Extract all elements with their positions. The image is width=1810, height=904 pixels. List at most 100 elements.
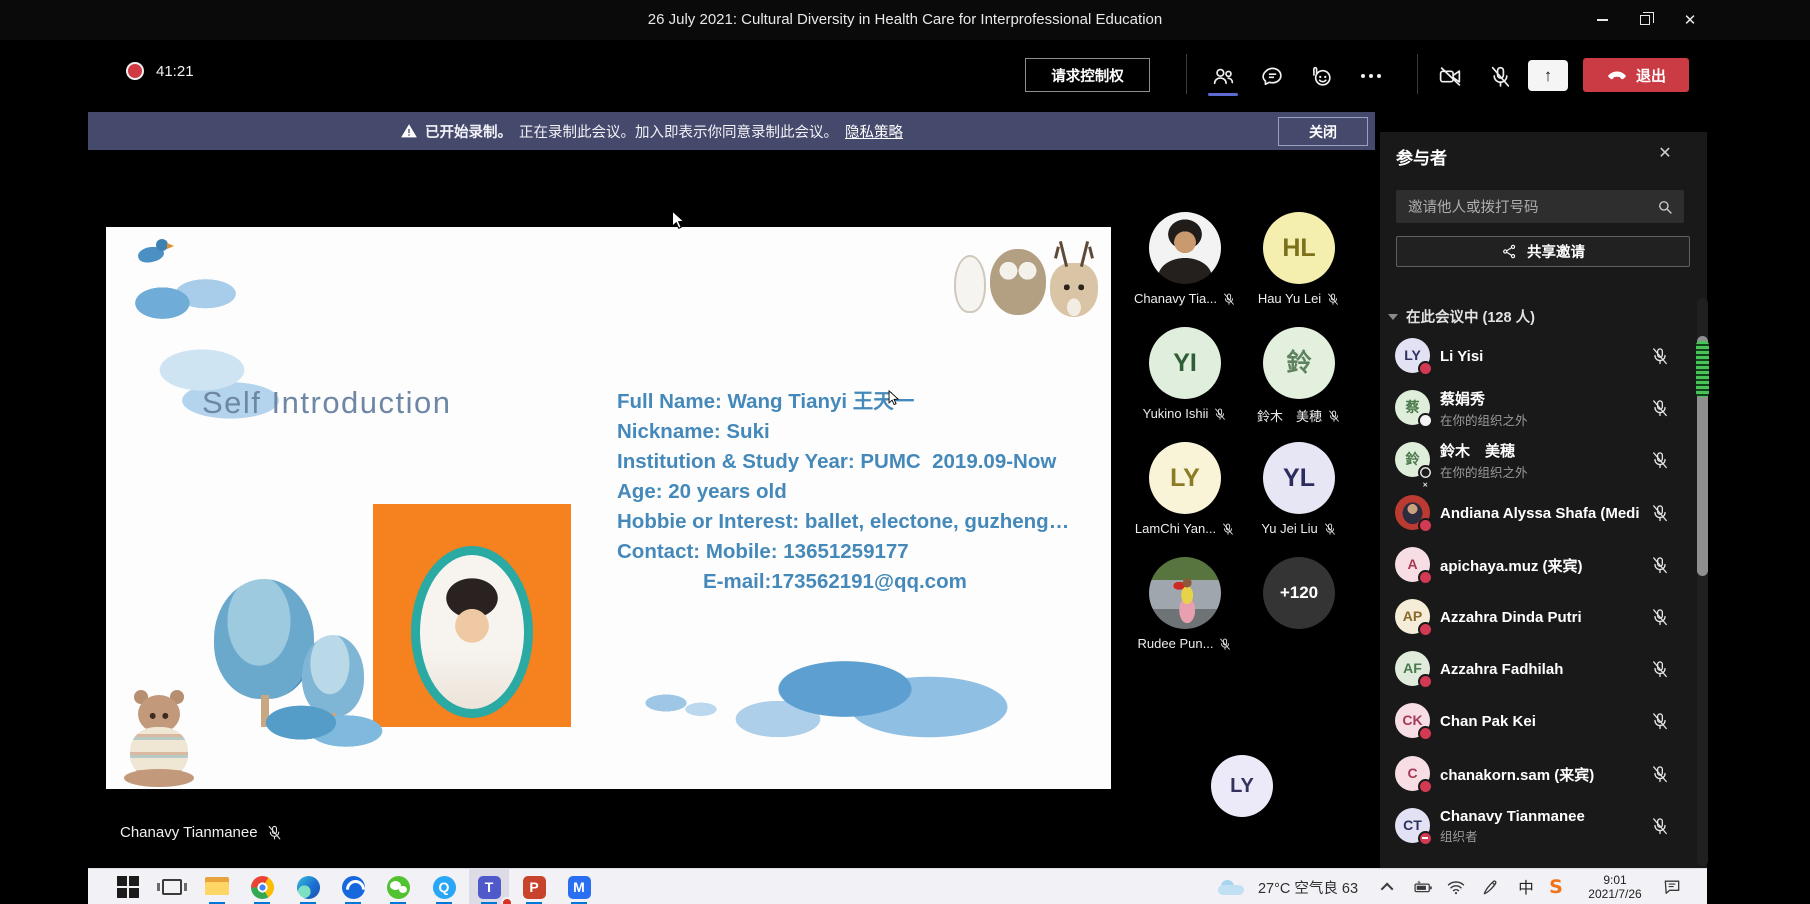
taskbar-app-file-explorer[interactable] bbox=[197, 869, 237, 904]
taskbar-app-teams[interactable]: T bbox=[469, 869, 509, 904]
video-tile-name: Yu Jei Liu bbox=[1242, 521, 1356, 536]
participant-avatar: AF bbox=[1395, 651, 1430, 686]
video-tile[interactable]: 鈴鈴木 美穂 bbox=[1242, 327, 1356, 425]
task-view-icon bbox=[160, 875, 184, 899]
in-meeting-section-header[interactable]: 在此会议中 (128 人) bbox=[1388, 306, 1535, 327]
presence-busy-badge bbox=[1418, 361, 1433, 376]
participant-row[interactable]: CKChan Pak Kei bbox=[1380, 699, 1690, 743]
taskbar-app-qq-browser[interactable] bbox=[333, 869, 373, 904]
weather-widget[interactable]: 27°C 空气良 63 bbox=[1248, 869, 1368, 904]
pen-icon[interactable] bbox=[1480, 869, 1502, 904]
mic-off-icon bbox=[1327, 409, 1341, 423]
action-center-icon[interactable] bbox=[1658, 869, 1686, 904]
mouse-cursor bbox=[671, 210, 685, 230]
meeting-app-icon: M bbox=[567, 875, 591, 899]
video-tile[interactable]: HLHau Yu Lei bbox=[1242, 212, 1356, 306]
taskbar: QTPM 27°C 空气良 63 中 S 9:01 2021/7/26 bbox=[88, 868, 1707, 904]
participant-subtitle: 组织者 bbox=[1440, 826, 1640, 845]
taskbar-app-chrome[interactable] bbox=[242, 869, 282, 904]
share-arrow-icon: ↑ bbox=[1544, 66, 1553, 86]
taskbar-app-wechat[interactable] bbox=[378, 869, 418, 904]
taskbar-app-qq[interactable]: Q bbox=[424, 869, 464, 904]
taskbar-app-start[interactable] bbox=[108, 869, 148, 904]
windows-logo bbox=[117, 876, 139, 898]
participant-row[interactable]: Andiana Alyssa Shafa (Medici... bbox=[1380, 491, 1690, 535]
video-tile[interactable]: YL Yu Jei Liu bbox=[1242, 442, 1356, 536]
video-tile[interactable]: LYLamChi Yan... bbox=[1128, 442, 1242, 536]
participant-row[interactable]: Aapichaya.muz (来宾) bbox=[1380, 543, 1690, 587]
video-tile-name: LamChi Yan... bbox=[1128, 521, 1242, 536]
participant-row[interactable]: Cchanakorn.sam (来宾) bbox=[1380, 752, 1690, 796]
taskbar-app-edge[interactable] bbox=[288, 869, 328, 904]
avatar: YL bbox=[1263, 442, 1335, 514]
banner-close-button[interactable]: 关闭 bbox=[1278, 117, 1368, 146]
sogou-input-icon[interactable]: S bbox=[1544, 869, 1568, 904]
slide-info-line: Age: 20 years old bbox=[617, 477, 1069, 507]
share-screen-button[interactable]: ↑ bbox=[1528, 60, 1568, 91]
participant-row[interactable]: 鈴鈴木 美穂在你的组织之外 bbox=[1380, 438, 1690, 482]
chevron-up-icon bbox=[1380, 882, 1393, 895]
participant-name: Azzahra Fadhilah bbox=[1440, 661, 1640, 678]
taskbar-app-powerpoint[interactable]: P bbox=[514, 869, 554, 904]
overflow-tile[interactable]: +120 bbox=[1242, 557, 1356, 629]
camera-toggle-button[interactable] bbox=[1431, 58, 1469, 94]
hidden-icons-button[interactable] bbox=[1376, 869, 1400, 904]
raise-hand-icon bbox=[1309, 64, 1334, 89]
invite-search-input[interactable]: 邀请他人或拨打号码 bbox=[1396, 190, 1684, 223]
animal-illustrations bbox=[946, 237, 1106, 322]
participant-avatar: A bbox=[1395, 547, 1430, 582]
participant-row[interactable]: 蔡蔡娟秀在你的组织之外 bbox=[1380, 386, 1690, 430]
weather-icon[interactable] bbox=[1216, 869, 1246, 904]
participant-row[interactable]: APAzzahra Dinda Putri bbox=[1380, 595, 1690, 639]
more-options-button[interactable] bbox=[1352, 58, 1390, 94]
ime-indicator[interactable]: 中 bbox=[1514, 869, 1538, 904]
video-tile[interactable]: YIYukino Ishii bbox=[1128, 327, 1242, 421]
slide-info-line: Nickname: Suki bbox=[617, 417, 1069, 447]
participants-button[interactable] bbox=[1204, 58, 1242, 94]
mini-video-tile[interactable]: LY bbox=[1211, 755, 1273, 817]
wifi-icon[interactable] bbox=[1444, 869, 1468, 904]
participant-text: 鈴木 美穂在你的组织之外 bbox=[1440, 438, 1640, 482]
mic-off-icon bbox=[1650, 555, 1670, 575]
participant-subtitle: 在你的组织之外 bbox=[1440, 462, 1640, 481]
share-invite-button[interactable]: 共享邀请 bbox=[1396, 236, 1690, 267]
mic-off-icon bbox=[1650, 398, 1670, 418]
participant-avatar: CT bbox=[1395, 808, 1430, 843]
request-control-button[interactable]: 请求控制权 bbox=[1025, 58, 1150, 92]
video-tile[interactable]: Chanavy Tia... bbox=[1128, 212, 1242, 306]
reactions-button[interactable] bbox=[1302, 58, 1340, 94]
minimize-icon bbox=[1597, 19, 1608, 21]
video-tile[interactable]: Rudee Pun... bbox=[1128, 557, 1242, 651]
participant-name: Hau Yu Lei bbox=[1258, 291, 1321, 306]
clock[interactable]: 9:01 2021/7/26 bbox=[1580, 869, 1650, 904]
taskbar-app-meeting-app[interactable]: M bbox=[559, 869, 599, 904]
folder-glyph bbox=[205, 877, 229, 897]
portrait-photo bbox=[411, 546, 533, 718]
participant-name: chanakorn.sam (来宾) bbox=[1440, 764, 1640, 785]
panel-close-button[interactable]: ✕ bbox=[1650, 138, 1680, 168]
chat-button[interactable] bbox=[1253, 58, 1291, 94]
participant-row[interactable]: AF Azzahra Fadhilah bbox=[1380, 647, 1690, 691]
mic-toggle-button[interactable] bbox=[1481, 58, 1519, 94]
chrome-logo bbox=[251, 876, 274, 899]
mic-off-icon bbox=[1650, 816, 1670, 836]
weather-air-quality: 空气良 63 bbox=[1294, 881, 1358, 897]
banner-message: 正在录制此会议。加入即表示你同意录制此会议。 bbox=[519, 121, 838, 142]
battery-icon[interactable] bbox=[1410, 869, 1436, 904]
taskbar-app-task-view[interactable] bbox=[152, 869, 192, 904]
privacy-policy-link[interactable]: 隐私策略 bbox=[845, 121, 903, 142]
participant-name: Chanavy Tianmanee bbox=[1440, 808, 1640, 825]
mic-off-icon bbox=[1650, 503, 1670, 523]
leave-meeting-button[interactable]: 退出 bbox=[1583, 58, 1689, 92]
participant-text: 蔡娟秀在你的组织之外 bbox=[1440, 386, 1640, 430]
participant-row[interactable]: LYLi Yisi bbox=[1380, 334, 1690, 378]
participant-row[interactable]: CT Chanavy Tianmanee组织者 bbox=[1380, 804, 1690, 848]
share-invite-label: 共享邀请 bbox=[1527, 241, 1585, 262]
window-titlebar: 26 July 2021: Cultural Diversity in Heal… bbox=[0, 0, 1810, 40]
restore-button[interactable] bbox=[1626, 5, 1664, 35]
slide-info-line: Contact: Mobile: 13651259177 bbox=[617, 537, 1069, 567]
close-button[interactable]: ✕ bbox=[1671, 5, 1709, 35]
minimize-button[interactable] bbox=[1583, 5, 1621, 35]
scrollbar-texture bbox=[1696, 341, 1709, 397]
video-tile-name: Chanavy Tia... bbox=[1128, 291, 1242, 306]
